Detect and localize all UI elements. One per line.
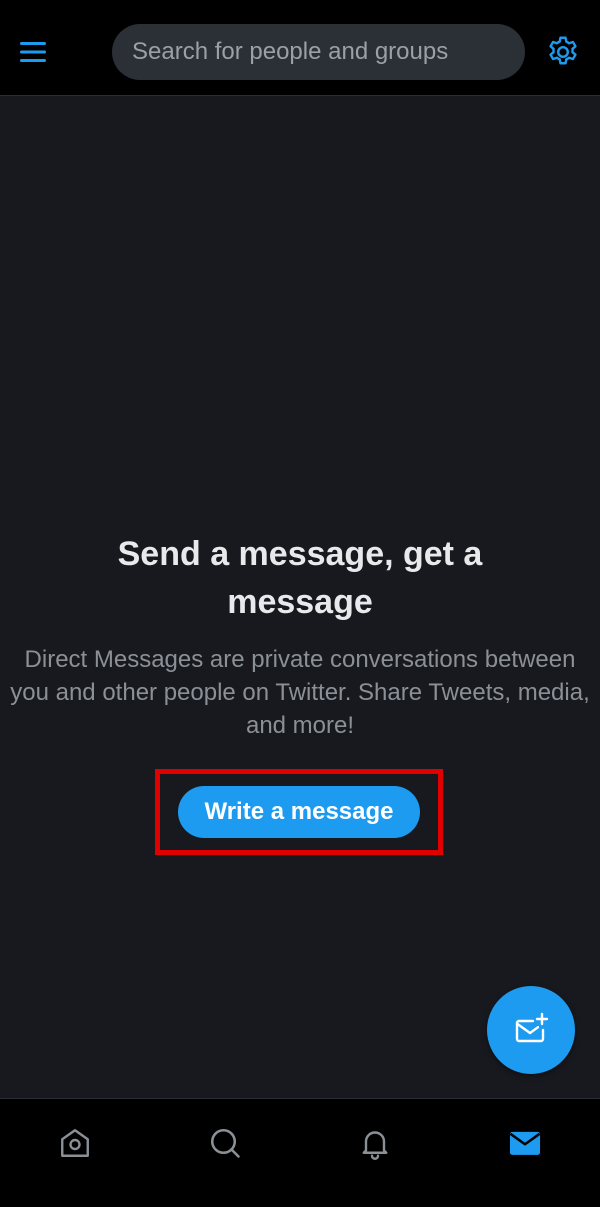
new-message-icon bbox=[515, 1012, 549, 1043]
write-message-button[interactable]: Write a message bbox=[178, 786, 420, 838]
search-bar[interactable] bbox=[112, 24, 525, 80]
search-icon bbox=[210, 1128, 240, 1158]
highlight-box: Write a message bbox=[155, 769, 443, 855]
nav-home[interactable] bbox=[0, 1099, 150, 1207]
mail-icon bbox=[509, 1131, 541, 1155]
nav-search[interactable] bbox=[150, 1099, 300, 1207]
top-bar bbox=[0, 0, 600, 96]
menu-button[interactable] bbox=[20, 30, 68, 74]
nav-notifications[interactable] bbox=[300, 1099, 450, 1207]
messages-screen: Send a message, get a message Direct Mes… bbox=[0, 0, 600, 1207]
empty-state: Send a message, get a message Direct Mes… bbox=[0, 530, 600, 742]
hamburger-menu-icon bbox=[20, 42, 46, 62]
bottom-navigation bbox=[0, 1098, 600, 1207]
empty-state-title: Send a message, get a message bbox=[117, 535, 483, 621]
search-input[interactable] bbox=[132, 38, 505, 66]
empty-state-description: Direct Messages are private conversation… bbox=[10, 646, 590, 739]
gear-icon bbox=[549, 36, 577, 65]
new-message-fab[interactable] bbox=[487, 986, 575, 1074]
home-icon bbox=[61, 1129, 89, 1157]
bell-icon bbox=[362, 1131, 388, 1160]
settings-button[interactable] bbox=[541, 30, 585, 74]
nav-messages[interactable] bbox=[450, 1099, 600, 1207]
